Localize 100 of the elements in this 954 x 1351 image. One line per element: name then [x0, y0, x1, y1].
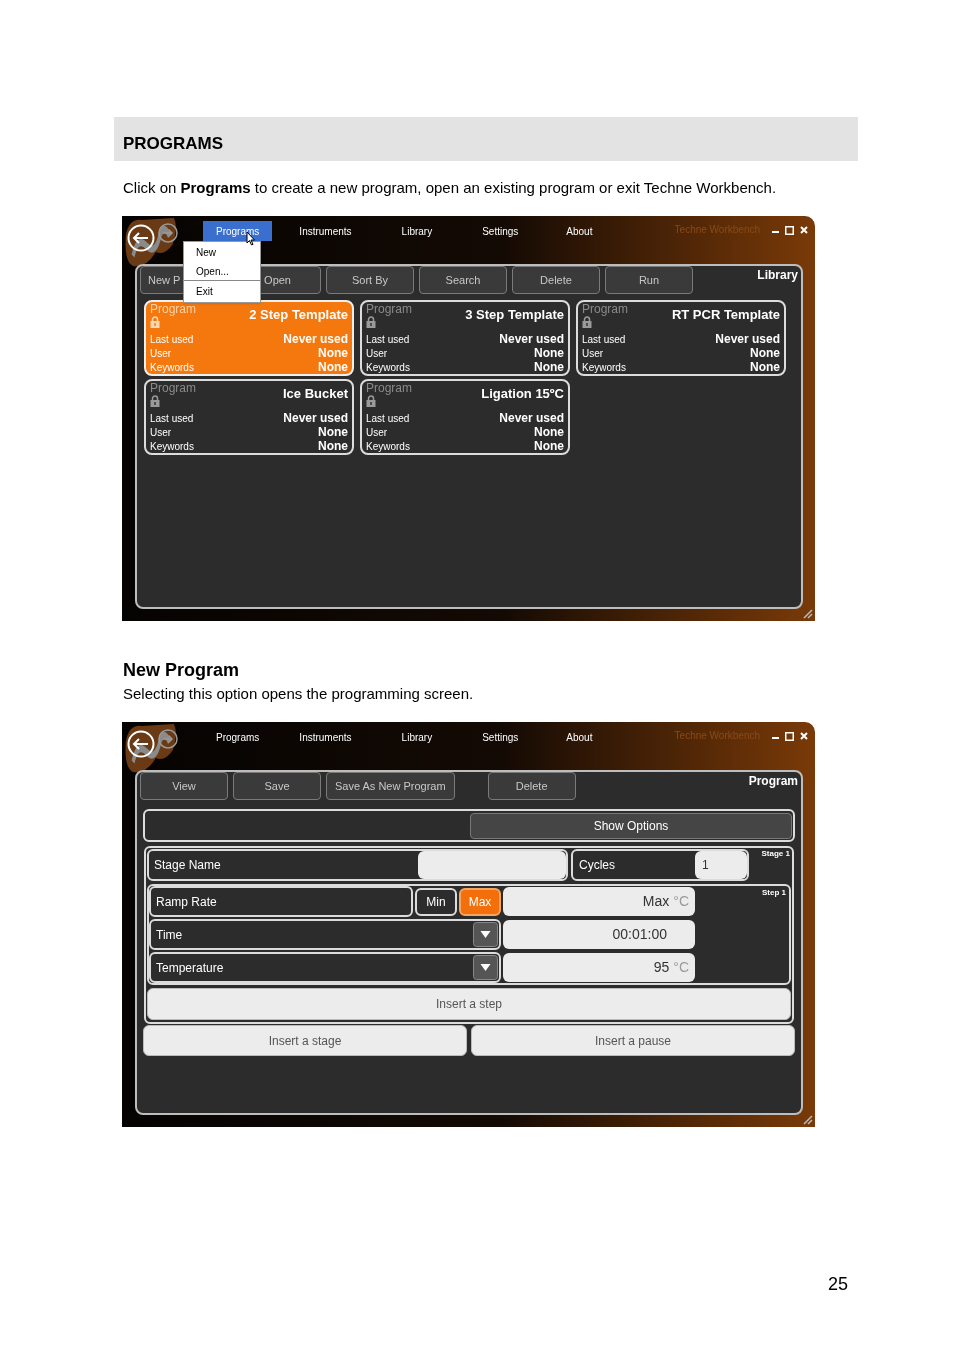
- field-value: Never used: [283, 331, 348, 348]
- field-value: None: [318, 424, 348, 441]
- lock-icon: [150, 316, 160, 328]
- field-label: Time: [156, 926, 183, 944]
- minimize-icon[interactable]: [772, 736, 779, 739]
- field-value: None: [318, 359, 348, 376]
- field-label: Keywords: [150, 439, 194, 454]
- card-caption: Program: [582, 303, 628, 316]
- stage-label: Stage 1: [760, 849, 790, 859]
- resize-grip-icon[interactable]: [802, 608, 813, 619]
- field-label: Last used: [582, 332, 626, 347]
- card-title: RT PCR Template: [671, 306, 780, 324]
- menu-item[interactable]: Library: [388, 727, 446, 747]
- menu-item[interactable]: Settings: [469, 727, 532, 747]
- value-field[interactable]: 95 °C: [503, 953, 695, 982]
- forward-icon[interactable]: [158, 223, 178, 243]
- field-label: Last used: [366, 332, 410, 347]
- toolbar-button[interactable]: Delete: [512, 266, 600, 294]
- field-label: Last used: [366, 411, 410, 426]
- field-label: Keywords: [366, 439, 410, 454]
- lock-icon: [366, 316, 376, 328]
- panel-title: Program: [748, 773, 798, 790]
- close-icon[interactable]: [800, 226, 808, 234]
- field-label: Keywords: [582, 360, 626, 375]
- lock-icon: [366, 395, 376, 407]
- toolbar-button[interactable]: Save As New Program: [326, 772, 455, 800]
- field-value: None: [534, 345, 564, 362]
- menu-item[interactable]: Instruments: [286, 727, 365, 747]
- toolbar-button[interactable]: Delete: [487, 772, 576, 800]
- insert-button[interactable]: Insert a stage: [143, 1025, 467, 1056]
- field-label: Keywords: [150, 360, 194, 375]
- menu-item[interactable]: Settings: [469, 221, 532, 241]
- value-field[interactable]: Max °C: [503, 887, 695, 916]
- menu-item[interactable]: About: [553, 221, 606, 241]
- ramp-option-button[interactable]: Min: [415, 887, 457, 916]
- menu-item[interactable]: Programs: [203, 727, 273, 747]
- field-value: None: [750, 345, 780, 362]
- field-value: None: [534, 438, 564, 455]
- section-heading: New Program: [123, 659, 241, 681]
- field-label: User: [150, 346, 172, 361]
- field-label: Last used: [150, 332, 194, 347]
- lock-icon: [582, 316, 592, 328]
- minimize-icon[interactable]: [772, 230, 779, 233]
- card-title: Ice Bucket: [282, 385, 348, 403]
- toolbar-button[interactable]: View: [140, 772, 228, 800]
- page-number: 25: [828, 1273, 849, 1295]
- field-label: User: [150, 425, 172, 440]
- field-value: None: [534, 424, 564, 441]
- card-caption: Program: [366, 303, 412, 316]
- field-value: Never used: [499, 331, 564, 348]
- field-label: User: [366, 425, 388, 440]
- menu-item[interactable]: Programs: [203, 221, 273, 241]
- menu-entry[interactable]: New: [184, 243, 260, 262]
- show-options-button[interactable]: Show Options: [470, 812, 792, 839]
- field-label: Keywords: [366, 360, 410, 375]
- field-label: Temperature: [156, 959, 224, 977]
- field-value: Never used: [499, 410, 564, 427]
- menu-item[interactable]: Library: [388, 221, 446, 241]
- program-card[interactable]: Program Ice Bucket Last used Never used User None Keywords None: [144, 379, 354, 455]
- dropdown-icon[interactable]: [473, 955, 498, 980]
- back-icon[interactable]: [127, 224, 155, 252]
- insert-step-button[interactable]: Insert a step: [147, 988, 791, 1020]
- field-value: None: [318, 345, 348, 362]
- field-value: None: [534, 359, 564, 376]
- value-field[interactable]: 00:01:00: [503, 920, 695, 949]
- maximize-icon[interactable]: [785, 226, 794, 235]
- dropdown-icon[interactable]: [473, 922, 498, 947]
- description-text: Selecting this option opens the programming screen.: [123, 685, 475, 703]
- menu-item[interactable]: Instruments: [286, 221, 365, 241]
- intro-text: Click on Programs to create a new program, open an existing program or exit Techne Workbench.: [123, 179, 778, 197]
- toolbar-button[interactable]: Search: [419, 266, 507, 294]
- stage-name-field[interactable]: Stage Name: [147, 849, 568, 881]
- section-title: PROGRAMS: [123, 132, 224, 155]
- card-caption: Program: [150, 382, 196, 395]
- field-label: Last used: [150, 411, 194, 426]
- step-label: Step 1: [762, 887, 786, 899]
- program-card[interactable]: Program RT PCR Template Last used Never used User None Keywords None: [576, 300, 786, 376]
- menu-item[interactable]: About: [553, 727, 606, 747]
- cycles-field[interactable]: Cycles 1: [571, 849, 749, 881]
- card-caption: Program: [150, 303, 196, 316]
- menu-entry[interactable]: Exit: [184, 280, 260, 301]
- toolbar-button[interactable]: Run: [605, 266, 693, 294]
- toolbar-button[interactable]: Save: [233, 772, 321, 800]
- field-label: User: [366, 346, 388, 361]
- forward-icon[interactable]: [158, 729, 178, 749]
- card-title: 3 Step Template: [465, 306, 564, 324]
- close-icon[interactable]: [800, 732, 808, 740]
- resize-grip-icon[interactable]: [802, 1114, 813, 1125]
- field-label: User: [582, 346, 604, 361]
- field-value: Never used: [715, 331, 780, 348]
- back-icon[interactable]: [127, 730, 155, 758]
- toolbar-button[interactable]: Sort By: [326, 266, 414, 294]
- maximize-icon[interactable]: [785, 732, 794, 741]
- program-card[interactable]: Program 3 Step Template Last used Never used User None Keywords None: [360, 300, 570, 376]
- field-label: Ramp Rate: [149, 886, 413, 917]
- card-title: Ligation 15ºC: [481, 385, 564, 403]
- card-title: 2 Step Template: [249, 306, 348, 324]
- field-value: None: [750, 359, 780, 376]
- insert-button[interactable]: Insert a pause: [471, 1025, 795, 1056]
- program-card[interactable]: Program Ligation 15ºC Last used Never used User None Keywords None: [360, 379, 570, 455]
